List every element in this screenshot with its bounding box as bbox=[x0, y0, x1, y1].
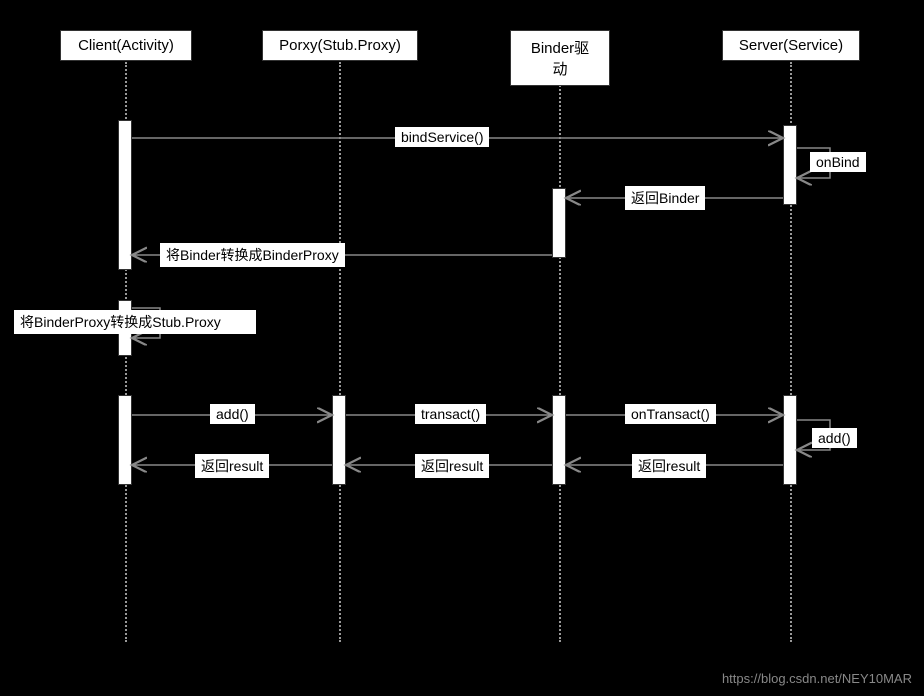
msg-returnBinder: 返回Binder bbox=[625, 186, 705, 210]
msg-transact: transact() bbox=[415, 404, 486, 424]
participant-binder: Binder驱动 bbox=[510, 30, 610, 86]
activation-server-1 bbox=[783, 125, 797, 205]
activation-binder-3 bbox=[552, 395, 566, 485]
msg-toStubProxy: 将BinderProxy转换成Stub.Proxy bbox=[14, 310, 256, 334]
participant-client: Client(Activity) bbox=[60, 30, 192, 61]
activation-server-3 bbox=[783, 395, 797, 485]
arrows-layer bbox=[0, 0, 924, 696]
msg-add1: add() bbox=[210, 404, 255, 424]
lifeline-binder bbox=[559, 62, 561, 642]
participant-server: Server(Service) bbox=[722, 30, 860, 61]
msg-add2: add() bbox=[812, 428, 857, 448]
msg-bindService: bindService() bbox=[395, 127, 489, 147]
activation-binder-1 bbox=[552, 188, 566, 258]
msg-toBinderProxy: 将Binder转换成BinderProxy bbox=[160, 243, 345, 267]
watermark: https://blog.csdn.net/NEY10MAR bbox=[722, 671, 912, 686]
msg-returnResult-binder: 返回result bbox=[415, 454, 489, 478]
activation-client-1 bbox=[118, 120, 132, 270]
activation-client-3 bbox=[118, 395, 132, 485]
msg-onTransact: onTransact() bbox=[625, 404, 716, 424]
msg-returnResult-server: 返回result bbox=[632, 454, 706, 478]
msg-returnResult-proxy: 返回result bbox=[195, 454, 269, 478]
msg-onBind: onBind bbox=[810, 152, 866, 172]
participant-proxy: Porxy(Stub.Proxy) bbox=[262, 30, 418, 61]
lifeline-proxy bbox=[339, 62, 341, 642]
activation-proxy-3 bbox=[332, 395, 346, 485]
